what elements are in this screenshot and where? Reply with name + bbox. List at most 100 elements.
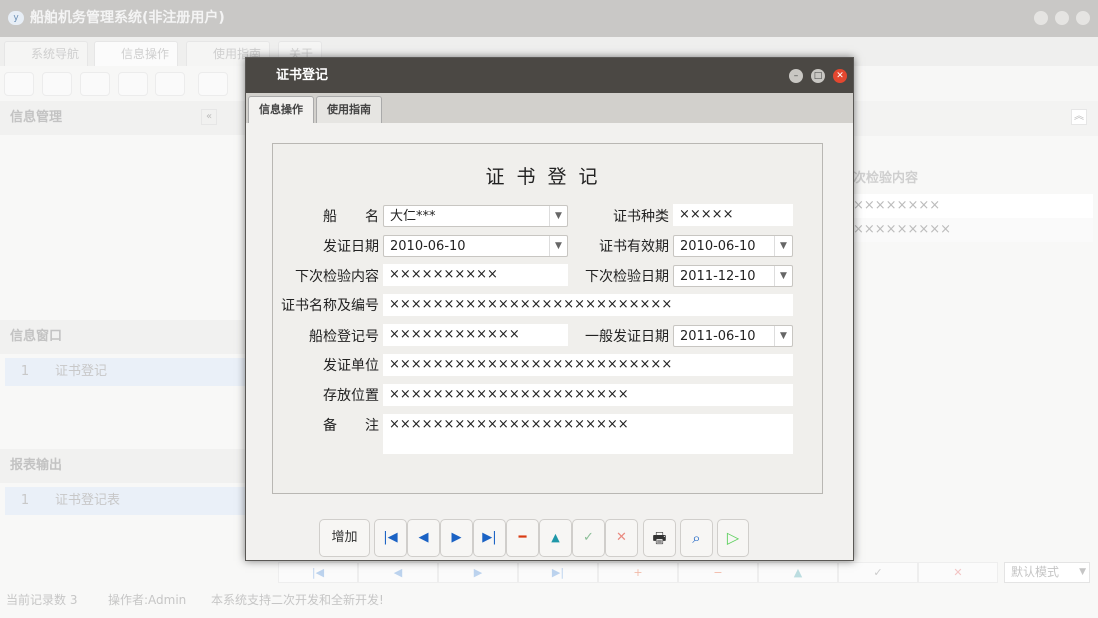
prev-record-icon[interactable]: ◀ (407, 519, 440, 557)
column-header: 次检验内容 (853, 165, 1093, 193)
cert-name-no-field[interactable]: ×××××××××××××××××××××××××× (383, 294, 793, 316)
chevron-down-icon: ▼ (774, 326, 792, 346)
list-item[interactable]: 1证书登记 (5, 358, 245, 386)
table-row[interactable]: ×××××××× (853, 194, 1093, 218)
panel-report-header: 报表输出 (0, 449, 245, 483)
chevron-down-icon: ▼ (774, 236, 792, 256)
panel-title: 信息窗口 (10, 329, 62, 344)
dialog-titlebar: 证书登记 (246, 58, 853, 93)
first-record-button[interactable]: |◀ (278, 562, 358, 583)
ship-name-label: 船 名 (279, 206, 379, 228)
row-number: 1 (5, 487, 45, 515)
remark-textarea[interactable]: ×××××××××××××××××××××× (383, 414, 793, 454)
search-tool-button[interactable] (4, 72, 34, 96)
cancel-x-icon[interactable]: ✕ (605, 519, 638, 557)
issue-date-picker[interactable]: 2010-06-10 ▼ (383, 235, 568, 257)
next-content-label: 下次检验内容 (279, 266, 379, 288)
first-record-icon[interactable]: |◀ (374, 519, 407, 557)
dialog-maximize-button[interactable]: □ (811, 69, 825, 83)
chevron-down-icon: ▼ (1079, 563, 1086, 582)
close-button[interactable] (1076, 11, 1090, 25)
minimize-button[interactable] (1034, 11, 1048, 25)
tab-system-nav[interactable]: 系统导航 (4, 41, 88, 66)
general-date-picker[interactable]: 2011-06-10 ▼ (673, 325, 793, 347)
right-panel-header (853, 101, 1098, 136)
monitor-tool-button[interactable] (155, 72, 185, 96)
dialog-tab-guide[interactable]: 使用指南 (316, 96, 382, 123)
next-date-label: 下次检验日期 (569, 266, 669, 288)
valid-date-label: 证书有效期 (569, 236, 669, 258)
tab-info-ops[interactable]: 信息操作 (94, 41, 178, 66)
row-name: 证书登记表 (45, 493, 120, 508)
remark-label: 备 注 (279, 415, 379, 437)
cert-type-field[interactable]: ××××× (673, 204, 793, 226)
form-title: 证书登记 (273, 162, 822, 189)
dialog-close-button[interactable]: ✕ (833, 69, 847, 83)
document-tool-button[interactable] (80, 72, 110, 96)
ship-name-value: 大仁*** (390, 209, 436, 224)
mode-select[interactable]: 默认模式 ▼ (1004, 562, 1090, 583)
general-date-label: 一般发证日期 (569, 326, 669, 348)
print-preview-icon[interactable]: ⌕ (680, 519, 713, 557)
prev-record-button[interactable]: ◀ (358, 562, 438, 583)
list-item[interactable]: 1证书登记表 (5, 487, 245, 515)
last-record-button[interactable]: ▶| (518, 562, 598, 583)
record-count: 当前记录数 3 (6, 590, 77, 610)
maximize-button[interactable] (1055, 11, 1069, 25)
chevron-down-icon: ▼ (549, 236, 567, 256)
add-record-button[interactable]: + (598, 562, 678, 583)
operator: 操作者:Admin (108, 590, 186, 610)
next-content-field[interactable]: ×××××××××× (383, 264, 568, 286)
last-record-icon[interactable]: ▶| (473, 519, 506, 557)
window-add-tool-button[interactable] (198, 72, 228, 96)
general-date-value: 2011-06-10 (680, 329, 756, 344)
chevron-down-icon: ▼ (774, 266, 792, 286)
cert-form: 证书登记 船 名 大仁*** ▼ 证书种类 ××××× 发证日期 2010-06-… (272, 143, 823, 494)
cert-register-dialog: 证书登记 – □ ✕ 信息操作 使用指南 证书登记 船 名 大仁*** ▼ 证书种… (245, 57, 854, 561)
chevron-down-icon: ▼ (549, 206, 567, 226)
reg-no-field[interactable]: ×××××××××××× (383, 324, 568, 346)
print-icon[interactable]: 🖶 (643, 519, 676, 557)
next-record-icon[interactable]: ▶ (440, 519, 473, 557)
user-tool-button[interactable] (118, 72, 148, 96)
add-button[interactable]: 增加 (319, 519, 370, 557)
delete-record-button[interactable]: − (678, 562, 758, 583)
reg-no-label: 船检登记号 (279, 326, 379, 348)
next-date-picker[interactable]: 2011-12-10▼ (673, 265, 793, 287)
panel-title: 信息管理 (10, 110, 62, 125)
tab-label: 信息操作 (121, 47, 169, 61)
dialog-tab-info-ops[interactable]: 信息操作 (248, 96, 314, 123)
app-titlebar: 船舶机务管理系统(非注册用户) (0, 0, 1098, 37)
ship-name-select[interactable]: 大仁*** ▼ (383, 205, 568, 227)
next-record-button[interactable]: ▶ (438, 562, 518, 583)
dialog-tabs: 信息操作 使用指南 (246, 93, 853, 123)
dialog-minimize-button[interactable]: – (789, 69, 803, 83)
cert-type-label: 证书种类 (569, 206, 669, 228)
table-row[interactable]: ××××××××× (853, 218, 1093, 242)
edit-up-icon[interactable]: ▲ (539, 519, 572, 557)
run-play-icon[interactable]: ▷ (717, 519, 749, 557)
location-field[interactable]: ×××××××××××××××××××××× (383, 384, 793, 406)
status-note: 本系统支持二次开发和全新开发! (211, 590, 384, 610)
issue-date-value: 2010-06-10 (390, 239, 466, 254)
save-record-button[interactable]: ✓ (838, 562, 918, 583)
row-name: 证书登记 (45, 364, 107, 379)
save-check-icon[interactable]: ✓ (572, 519, 605, 557)
cancel-record-button[interactable]: ✕ (918, 562, 998, 583)
issuer-field[interactable]: ×××××××××××××××××××××××××× (383, 354, 793, 376)
list-tool-button[interactable] (42, 72, 72, 96)
status-bar: 当前记录数 3 操作者:Admin 本系统支持二次开发和全新开发! (0, 590, 1098, 610)
panel-info-window-header: 信息窗口 (0, 320, 245, 354)
app-title: 船舶机务管理系统(非注册用户) (30, 10, 225, 26)
dialog-title: 证书登记 (276, 68, 328, 83)
location-label: 存放位置 (279, 385, 379, 407)
row-number: 1 (5, 358, 45, 386)
collapse-left-icon[interactable]: « (201, 109, 217, 125)
delete-icon[interactable]: ━ (506, 519, 539, 557)
issue-date-label: 发证日期 (279, 236, 379, 258)
tab-label: 系统导航 (31, 47, 79, 61)
valid-date-picker[interactable]: 2010-06-10▼ (673, 235, 793, 257)
mode-value: 默认模式 (1011, 565, 1059, 579)
collapse-up-icon[interactable]: ︽ (1071, 109, 1087, 125)
edit-record-button[interactable]: ▲ (758, 562, 838, 583)
